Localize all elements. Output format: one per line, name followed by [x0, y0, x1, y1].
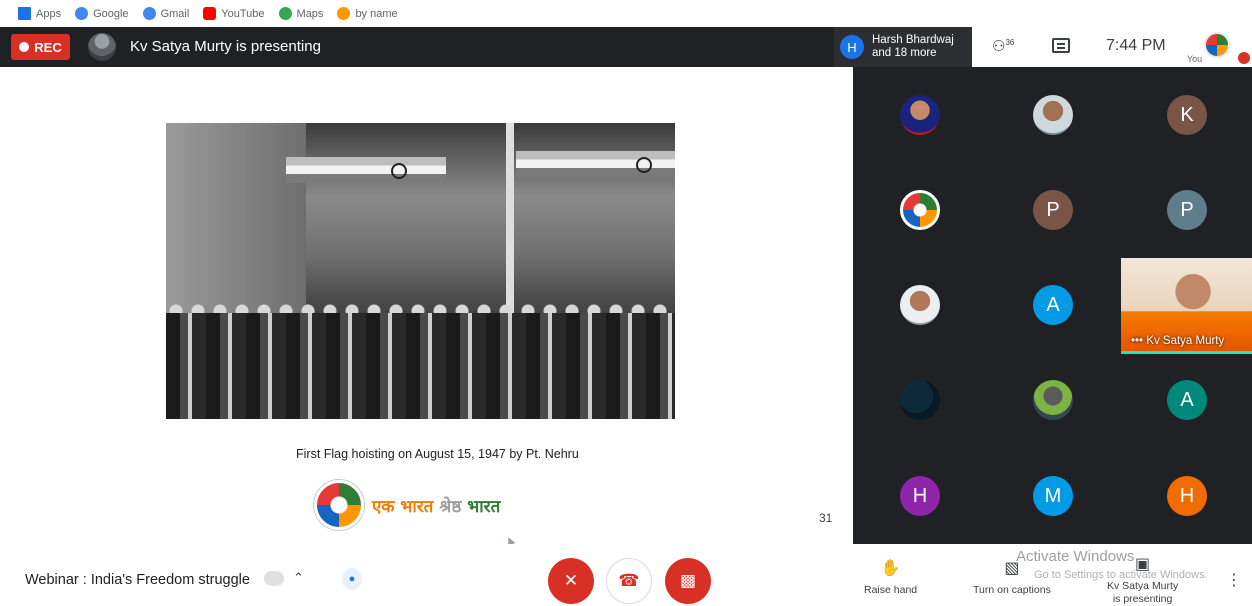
- bookmark-item[interactable]: Apps: [18, 7, 61, 20]
- chevron-up-icon[interactable]: ⌃: [293, 570, 304, 586]
- flag-chakra-icon: [636, 157, 652, 173]
- video-tile-name: ••• Kv Satya Murty: [1131, 335, 1224, 347]
- flag-chakra-icon: [391, 163, 407, 179]
- more-dots-icon: •••: [1131, 335, 1147, 347]
- slide-number: 31: [819, 511, 833, 525]
- presentation-slide: First Flag hoisting on August 15, 1947 b…: [6, 67, 853, 547]
- participants-chip-text: Harsh Bhardwaj and 18 more: [872, 34, 954, 60]
- bookmark-item[interactable]: by name: [337, 7, 398, 20]
- participants-chip[interactable]: H Harsh Bhardwaj and 18 more: [834, 27, 972, 67]
- hand-icon: ✋: [880, 560, 901, 577]
- participant-grid: ••• Kv Satya Murty K P P A A H M H: [853, 67, 1252, 544]
- recording-badge[interactable]: REC: [11, 34, 70, 60]
- raise-hand-button[interactable]: ✋ Raise hand: [864, 558, 917, 597]
- people-button[interactable]: ⚇36: [992, 37, 1014, 55]
- participant-count: 36: [1005, 38, 1015, 47]
- participants-chip-line1: Harsh Bhardwaj: [872, 34, 954, 46]
- participant-tile[interactable]: [900, 380, 940, 420]
- meeting-title: Webinar : India's Freedom struggle: [25, 572, 250, 588]
- ek-bharat-logo: [314, 480, 364, 530]
- recording-label: REC: [34, 39, 62, 55]
- presenter-avatar: [88, 33, 116, 61]
- bookmark-item[interactable]: Google: [75, 7, 129, 20]
- slide-caption: First Flag hoisting on August 15, 1947 b…: [296, 447, 579, 461]
- participant-avatar: H: [840, 35, 864, 59]
- participant-tile[interactable]: [1033, 380, 1073, 420]
- photo-crowd: [166, 313, 675, 419]
- camera-toggle-button[interactable]: ▩: [665, 558, 711, 604]
- bookmark-label: Gmail: [160, 7, 190, 20]
- meet-right-controls: ⚇36 7:44 PM You: [972, 27, 1252, 67]
- participant-tile[interactable]: [900, 95, 940, 135]
- participant-tile[interactable]: K: [1167, 95, 1207, 135]
- presenting-title: Kv Satya Murty is presenting: [130, 38, 321, 55]
- participant-tile[interactable]: [900, 285, 940, 325]
- bookmark-item[interactable]: Gmail: [142, 7, 190, 20]
- bookmark-label: Maps: [296, 7, 324, 20]
- present-screen-icon: ▣: [1135, 556, 1151, 573]
- tagline-word-3: भारत: [467, 496, 501, 517]
- raise-hand-label: Raise hand: [864, 584, 918, 596]
- slide-tagline: एक भारत श्रेष्ठ भारत: [372, 494, 500, 517]
- hang-up-icon: ☎: [618, 571, 640, 590]
- participant-tile[interactable]: H: [900, 476, 940, 516]
- mic-off-icon: ✕: [563, 571, 579, 590]
- participant-tile[interactable]: [1033, 95, 1073, 135]
- you-label: You: [1187, 54, 1203, 64]
- present-now-button[interactable]: ▣ Kv Satya Murty is presenting: [1107, 554, 1178, 606]
- record-dot-icon: [19, 42, 30, 52]
- bookmark-label: YouTube: [221, 7, 265, 20]
- camera-off-icon: ▩: [679, 571, 697, 590]
- bookmark-label: by name: [355, 7, 398, 20]
- bookmarks-bar: Apps Google Gmail YouTube Maps by name: [0, 0, 1252, 27]
- present-label-line2: is presenting: [1112, 593, 1173, 605]
- site-icon: [337, 7, 351, 20]
- captions-label: Turn on captions: [973, 584, 1051, 596]
- leave-call-button[interactable]: ☎: [606, 558, 652, 604]
- participant-tile[interactable]: A: [1167, 380, 1207, 420]
- mic-toggle-button[interactable]: ✕: [548, 558, 594, 604]
- participants-chip-line2: and 18 more: [872, 47, 937, 59]
- participant-tile[interactable]: P: [1167, 190, 1207, 230]
- present-label: Kv Satya Murty is presenting: [1107, 580, 1178, 606]
- participant-tile[interactable]: P: [1033, 190, 1073, 230]
- more-options-icon[interactable]: ⋮: [1226, 570, 1242, 590]
- participant-tile[interactable]: M: [1033, 476, 1073, 516]
- people-icon: ⚇: [992, 38, 1006, 55]
- google-icon: [142, 7, 156, 20]
- youtube-icon: [203, 7, 217, 20]
- bookmark-item[interactable]: Maps: [278, 7, 324, 20]
- chat-icon[interactable]: [1052, 38, 1070, 53]
- google-icon: [75, 7, 89, 20]
- bookmark-label: Google: [93, 7, 129, 20]
- clock-time: 7:44 PM: [1106, 37, 1166, 54]
- bookmark-label: Apps: [36, 7, 62, 20]
- bookmark-item[interactable]: YouTube: [203, 7, 265, 20]
- participant-tile[interactable]: H: [1167, 476, 1207, 516]
- apps-grid-icon: [18, 7, 31, 20]
- participant-tile[interactable]: A: [1033, 285, 1073, 325]
- meeting-details-icon[interactable]: [264, 571, 284, 586]
- meet-top-bar: REC Kv Satya Murty is presenting H Harsh…: [0, 27, 1252, 67]
- meet-bottom-bar: Webinar : India's Freedom struggle ⌃ ● ✕…: [0, 544, 1252, 606]
- maps-icon: [278, 7, 292, 20]
- photo-flag: [286, 157, 446, 183]
- flag-hoisting-photo: [166, 123, 675, 419]
- mic-muted-icon: [1238, 52, 1250, 64]
- tagline-word-2: श्रेष्ठ: [439, 496, 462, 517]
- tagline-word-1: एक भारत: [372, 496, 434, 517]
- video-tile-name-text: Kv Satya Murty: [1146, 335, 1225, 347]
- video-tile[interactable]: ••• Kv Satya Murty: [1121, 258, 1252, 354]
- participant-tile[interactable]: [900, 190, 940, 230]
- host-controls-shield-icon[interactable]: ●: [342, 568, 362, 590]
- self-avatar[interactable]: [1204, 32, 1230, 58]
- slide-logo-row: एक भारत श्रेष्ठ भारत: [314, 480, 500, 530]
- speaking-indicator-bar: [1121, 351, 1252, 354]
- present-label-line1: Kv Satya Murty: [1107, 580, 1179, 592]
